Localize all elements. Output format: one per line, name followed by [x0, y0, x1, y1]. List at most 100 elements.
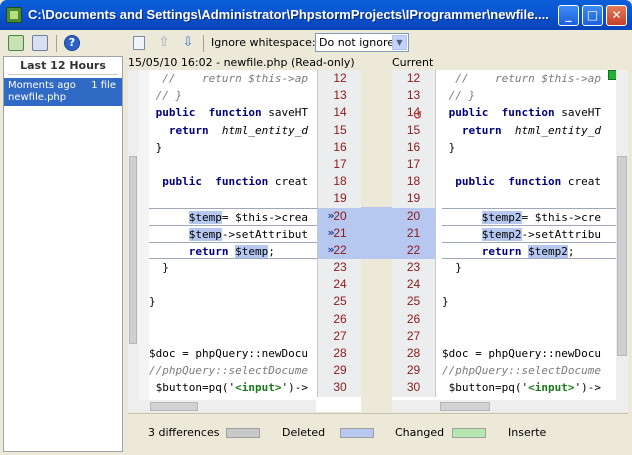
line-number: 12 — [333, 71, 347, 85]
code-line[interactable]: //phpQuery::selectDocume — [442, 362, 616, 379]
revert-icon[interactable] — [8, 35, 24, 51]
line-number: 12 — [406, 71, 421, 85]
history-toolbar: ? — [4, 32, 124, 54]
line-number: 22 — [392, 241, 435, 260]
line-number: 14 — [333, 105, 347, 120]
line-number: 16 — [333, 139, 347, 154]
history-item-file: newfile.php — [8, 92, 67, 103]
history-item[interactable]: Moments ago 1 file newfile.php — [4, 78, 122, 106]
code-line[interactable]: } — [442, 139, 616, 156]
scroll-thumb[interactable] — [617, 156, 627, 356]
left-horizontal-scrollbar[interactable] — [138, 400, 316, 412]
code-line[interactable] — [442, 156, 616, 173]
next-difference-icon[interactable]: ⇩ — [181, 36, 195, 50]
maximize-button[interactable]: □ — [582, 5, 603, 26]
right-code[interactable]: // return $this->ap // } public function… — [442, 70, 616, 397]
line-number: 13 — [406, 88, 421, 103]
line-number: 17 — [333, 156, 347, 171]
line-number: 21 — [392, 224, 435, 242]
ignore-whitespace-select[interactable]: Do not ignore ▼ — [315, 33, 409, 52]
code-line[interactable]: $temp2= $this->cre — [442, 207, 616, 225]
code-line[interactable]: // return $this->ap — [442, 70, 616, 87]
line-number: 24 — [406, 277, 421, 292]
apply-change-icon[interactable]: » — [323, 209, 339, 222]
previous-difference-icon[interactable]: ⇧ — [157, 36, 171, 50]
app-icon — [6, 7, 22, 23]
line-number: 19 — [333, 191, 347, 206]
legend-swatch-deleted — [226, 428, 260, 438]
code-line[interactable]: return html_entity_d — [442, 122, 616, 139]
change-marker-icon[interactable]: ↺ — [413, 109, 425, 122]
change-connector — [361, 207, 392, 259]
left-pane-header: 15/05/10 16:02 - newfile.php (Read-only) — [128, 56, 355, 69]
code-line[interactable] — [442, 190, 616, 207]
status-bar: 3 differences Deleted Changed Inserte — [128, 413, 628, 451]
code-line[interactable]: $doc = phpQuery::newDocu — [442, 345, 616, 362]
code-line[interactable]: // } — [442, 87, 616, 104]
window-title: C:\Documents and Settings\Administrator\… — [28, 7, 549, 22]
scroll-thumb[interactable] — [440, 402, 490, 411]
line-number: 30 — [333, 380, 347, 395]
scroll-thumb[interactable] — [129, 156, 137, 344]
line-number: 26 — [333, 311, 347, 326]
line-number: 18 — [333, 174, 347, 189]
line-number: 27 — [406, 328, 421, 343]
legend-label-inserted: Inserte — [508, 426, 547, 439]
history-panel: Last 12 Hours Moments ago 1 file newfile… — [3, 56, 123, 452]
line-number: 13 — [333, 88, 347, 103]
code-line[interactable]: $button=pq('<input>')-> — [442, 379, 616, 396]
diff-toolbar: ⇧ ⇩ Ignore whitespace: Do not ignore ▼ — [127, 32, 632, 54]
legend-swatch-changed — [340, 428, 374, 438]
create-patch-icon[interactable] — [32, 35, 48, 51]
right-vertical-scrollbar[interactable] — [616, 70, 628, 412]
code-line[interactable]: public function saveHT — [442, 104, 616, 121]
chevron-down-icon[interactable]: ▼ — [392, 35, 407, 50]
line-number: 25 — [406, 294, 421, 309]
right-horizontal-scrollbar[interactable] — [392, 400, 616, 412]
line-number: 24 — [333, 277, 347, 292]
line-number: 23 — [333, 260, 347, 275]
code-line[interactable] — [442, 276, 616, 293]
line-number: 30 — [406, 380, 421, 395]
line-number: 27 — [333, 328, 347, 343]
line-number: 16 — [406, 139, 421, 154]
line-number: 19 — [406, 191, 421, 206]
document-icon[interactable] — [133, 36, 145, 50]
minimize-button[interactable]: _ — [558, 5, 579, 26]
right-pane-header: Current — [392, 56, 434, 69]
toolbar-separator — [203, 35, 204, 52]
legend-label-changed: Changed — [395, 426, 445, 439]
line-number: 17 — [406, 156, 421, 171]
line-number: 25 — [333, 294, 347, 309]
apply-change-icon[interactable]: » — [323, 243, 339, 256]
legend-swatch-inserted — [452, 428, 486, 438]
line-number: 26 — [406, 311, 421, 326]
line-number: 28 — [406, 346, 421, 360]
left-editor[interactable]: // return $this->ap // } public function… — [128, 70, 361, 412]
line-number: 29 — [333, 363, 347, 378]
ignore-whitespace-label: Ignore whitespace: — [211, 36, 316, 49]
toolbar-separator — [56, 35, 57, 52]
line-number: 15 — [406, 122, 421, 137]
scroll-thumb[interactable] — [150, 402, 198, 411]
left-vertical-scrollbar[interactable] — [128, 70, 138, 412]
right-editor[interactable]: 12 13 14 15 16 17 18 19 20 21 22 23 24 25 26 27 28 29 30 /… — [392, 70, 616, 412]
differences-count: 3 differences — [148, 426, 220, 439]
line-number: 23 — [406, 260, 421, 275]
ignore-whitespace-value: Do not ignore — [319, 36, 394, 49]
code-line[interactable]: } — [442, 259, 616, 276]
line-number: 18 — [406, 174, 421, 189]
code-line[interactable]: } — [442, 293, 616, 310]
line-number: 20 — [392, 207, 435, 225]
apply-change-icon[interactable]: » — [323, 226, 339, 239]
title-bar[interactable]: C:\Documents and Settings\Administrator\… — [0, 0, 632, 30]
code-line[interactable]: public function creat — [442, 173, 616, 190]
code-line[interactable]: $temp2->setAttribu — [442, 224, 616, 242]
code-line[interactable] — [442, 311, 616, 328]
close-button[interactable]: ✕ — [606, 5, 627, 26]
code-line[interactable] — [442, 328, 616, 345]
code-line[interactable]: return $temp2; — [442, 241, 616, 260]
help-icon[interactable]: ? — [64, 35, 80, 51]
history-group-header: Last 12 Hours — [8, 57, 118, 75]
line-number: 28 — [333, 346, 347, 360]
